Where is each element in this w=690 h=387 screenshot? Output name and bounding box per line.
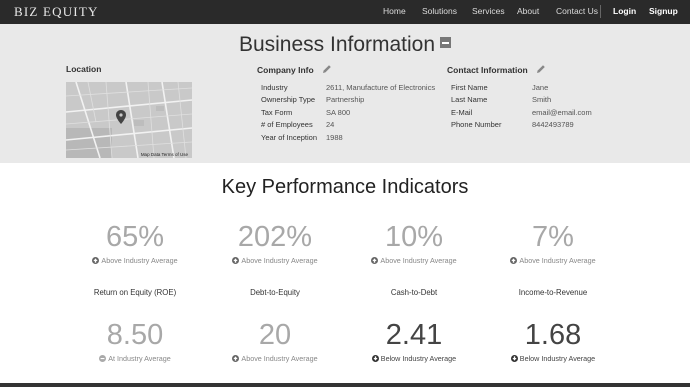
nav-home[interactable]: Home (383, 6, 406, 16)
contact-value: Smith (532, 95, 552, 105)
company-value: 2611, Manufacture of Electronics (326, 83, 436, 92)
nav-about[interactable]: About (517, 6, 539, 16)
collapse-icon[interactable] (440, 37, 452, 48)
bottom-divider (0, 383, 690, 387)
company-key: Tax Form (261, 107, 293, 117)
kpi-note: Above Industry Average (488, 256, 618, 265)
contact-info-label: Contact Information (447, 65, 528, 75)
arrow-up-circle-icon (92, 257, 100, 264)
kpi-cash-to-debt-ratio: 2.41 Below Industry Average (349, 318, 479, 363)
company-key: Ownership Type (261, 95, 316, 105)
map-streets (66, 82, 192, 158)
business-info-heading: Business Information (0, 33, 690, 57)
location-label: Location (66, 64, 102, 74)
edit-pencil-icon[interactable] (322, 64, 332, 74)
kpi-note: Above Industry Average (210, 354, 340, 363)
contact-key: Phone Number (451, 120, 502, 130)
kpi-debt-to-equity: 202% Above Industry Average (210, 220, 340, 265)
company-value: 1988 (326, 132, 343, 142)
kpi-cash-to-debt: 10% Above Industry Average (349, 220, 479, 265)
nav-services[interactable]: Services (472, 6, 505, 16)
nav-solutions[interactable]: Solutions (422, 6, 457, 16)
minus-circle-icon (99, 355, 107, 362)
arrow-down-circle-icon (371, 355, 379, 362)
kpi-label: Income-to-Revenue (518, 288, 588, 297)
signup-link[interactable]: Signup (649, 6, 678, 16)
arrow-up-circle-icon (510, 257, 518, 264)
kpi-note-text: Below Industry Average (519, 354, 596, 363)
kpi-note-text: Above Industry Average (380, 256, 457, 265)
kpi-note-text: Below Industry Average (380, 354, 457, 363)
login-link[interactable]: Login (613, 6, 636, 16)
contact-value: Jane (532, 83, 549, 92)
company-key: Year of Inception (261, 132, 318, 142)
kpi-note-text: Above Industry Average (241, 354, 318, 363)
kpi-value: 8.50 (106, 319, 164, 351)
contact-key: E-Mail (451, 107, 473, 117)
kpi-value: 10% (384, 221, 444, 253)
kpi-label: Cash-to-Debt (390, 288, 438, 297)
nav-divider (600, 5, 601, 18)
contact-info-header: Contact Information (447, 64, 546, 75)
kpi-value: 65% (105, 221, 165, 253)
contact-value[interactable]: email@email.com (532, 107, 592, 119)
contact-info-keys: First Name Last Name E-Mail Phone Number (451, 82, 501, 132)
kpi-debt-to-equity-ratio: 20 Above Industry Average (210, 318, 340, 363)
kpi-note: Above Industry Average (349, 256, 479, 265)
kpi-note-text: At Industry Average (108, 354, 171, 363)
company-value: 24 (326, 120, 335, 130)
kpi-note: Above Industry Average (210, 256, 340, 265)
business-info-section: Business Information Location Company In… (0, 24, 690, 163)
arrow-up-circle-icon (371, 257, 379, 264)
kpi-roe-ratio: 8.50 At Industry Average (70, 318, 200, 363)
arrow-up-circle-icon (232, 257, 240, 264)
kpi-value: 20 (258, 319, 292, 351)
kpi-note: Below Industry Average (349, 354, 479, 363)
kpi-value: 2.41 (385, 319, 443, 351)
contact-key: Last Name (451, 95, 488, 105)
kpi-title: Key Performance Indicators (221, 176, 469, 198)
location-map[interactable]: Map Data Terms of Use (66, 82, 192, 158)
company-info-label: Company Info (257, 65, 314, 75)
company-value: SA 800 (326, 107, 351, 117)
business-info-title: Business Information (238, 33, 436, 56)
kpi-value: 7% (532, 221, 574, 253)
company-info-values: 2611, Manufacture of Electronics Partner… (326, 82, 435, 144)
arrow-down-circle-icon (510, 355, 518, 362)
kpi-value: 202% (237, 221, 313, 253)
top-nav: BIZ EQUITY Home Solutions Services About… (0, 0, 690, 24)
contact-key: First Name (451, 83, 488, 92)
map-credit[interactable]: Map Data Terms of Use (141, 152, 188, 157)
arrow-up-circle-icon (232, 355, 240, 362)
company-key: # of Employees (261, 120, 313, 130)
kpi-note-text: Above Industry Average (101, 256, 178, 265)
contact-info-values: Jane Smith email@email.com 8442493789 (532, 82, 592, 132)
nav-contact-us[interactable]: Contact Us (556, 6, 598, 16)
company-info-header: Company Info (257, 64, 332, 75)
company-info-keys: Industry Ownership Type Tax Form # of Em… (261, 82, 317, 144)
logo[interactable]: BIZ EQUITY (14, 4, 99, 20)
kpi-roe: 65% Above Industry Average (70, 220, 200, 265)
kpi-note: Below Industry Average (488, 354, 618, 363)
kpi-income-to-revenue-ratio: 1.68 Below Industry Average (488, 318, 618, 363)
contact-value: 8442493789 (532, 120, 574, 130)
kpi-income-to-revenue: 7% Above Industry Average (488, 220, 618, 265)
kpi-label: Return on Equity (ROE) (93, 288, 177, 297)
kpi-note: At Industry Average (70, 354, 200, 363)
kpi-value: 1.68 (524, 319, 582, 351)
kpi-label: Debt-to-Equity (250, 288, 300, 297)
kpi-note-text: Above Industry Average (241, 256, 318, 265)
kpi-note-text: Above Industry Average (519, 256, 596, 265)
company-key: Industry (261, 83, 288, 92)
kpi-note: Above Industry Average (70, 256, 200, 265)
company-value: Partnership (326, 95, 365, 105)
edit-pencil-icon[interactable] (536, 64, 546, 74)
